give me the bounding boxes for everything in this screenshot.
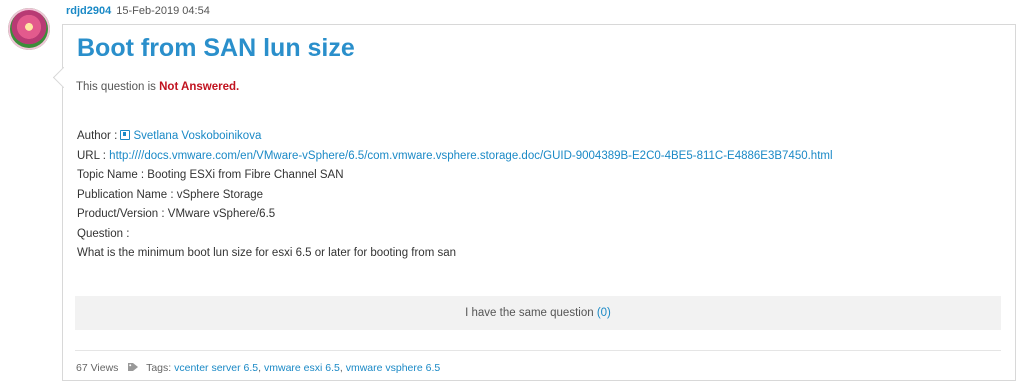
tag-link[interactable]: vcenter server 6.5: [174, 362, 258, 374]
tag-link[interactable]: vmware vsphere 6.5: [346, 362, 441, 374]
url-link[interactable]: http:////docs.vmware.com/en/VMware-vSphe…: [109, 150, 832, 162]
footer-divider: [75, 350, 1001, 351]
author-label: Author :: [77, 130, 121, 142]
post-date: 15-Feb-2019 04:54: [116, 5, 210, 17]
tag-icon: [128, 363, 139, 371]
author-icon: [120, 130, 131, 140]
author-line: Author : Svetlana Voskoboinikova: [77, 127, 833, 147]
tags-label: Tags:: [146, 362, 172, 374]
status-badge: Not Answered.: [159, 81, 240, 93]
question-status: This question is Not Answered.: [76, 80, 239, 94]
author-link[interactable]: Svetlana Voskoboinikova: [133, 130, 261, 142]
publication-line: Publication Name : vSphere Storage: [77, 188, 264, 201]
same-question-label: I have the same question: [465, 307, 597, 319]
question-text: What is the minimum boot lun size for es…: [77, 247, 457, 259]
tag-link[interactable]: vmware esxi 6.5: [264, 362, 340, 374]
question-body: Author : Svetlana Voskoboinikova URL : h…: [77, 127, 833, 264]
views-count: 67 Views: [76, 362, 119, 374]
same-question-count[interactable]: (0): [597, 307, 611, 319]
product-line: Product/Version : VMware vSphere/6.5: [77, 208, 276, 220]
status-prefix: This question is: [76, 81, 160, 93]
topic-line: Topic Name : Booting ESXi from Fibre Cha…: [77, 169, 344, 181]
post-footer: 67 Views Tags: vcenter server 6.5, vmwar…: [76, 362, 441, 374]
avatar[interactable]: [8, 8, 50, 50]
post-meta: rdjd2904 15-Feb-2019 04:54: [66, 4, 210, 18]
page-title: Boot from SAN lun size: [77, 34, 355, 62]
card-pointer: [52, 64, 64, 88]
username-link[interactable]: rdjd2904: [66, 5, 111, 17]
url-label: URL :: [77, 149, 110, 162]
url-line: URL : http:////docs.vmware.com/en/VMware…: [77, 147, 833, 167]
question-label: Question :: [77, 227, 130, 240]
same-question-button[interactable]: I have the same question (0): [75, 296, 1001, 330]
